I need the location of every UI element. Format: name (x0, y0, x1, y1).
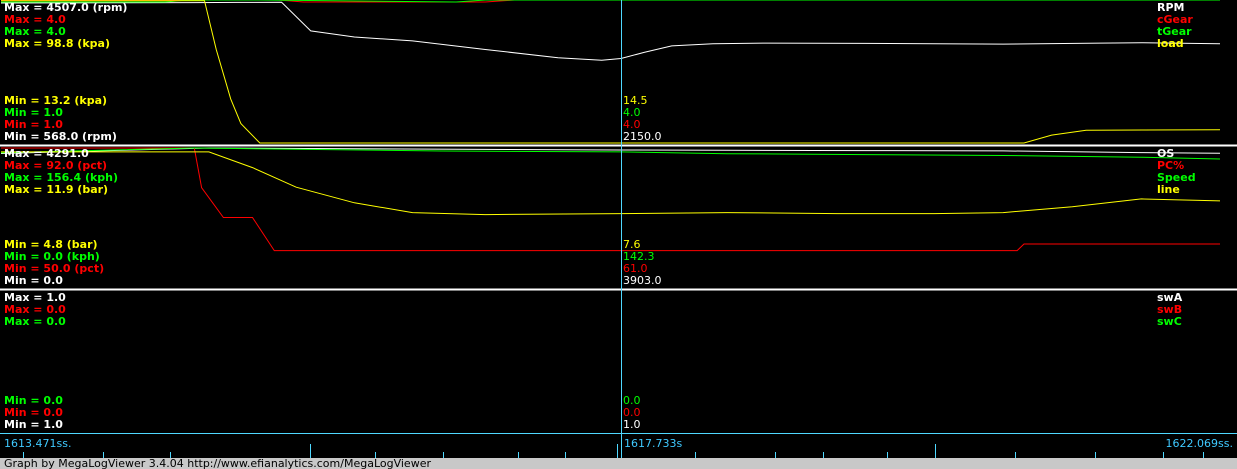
min-label: Min = 1.0 (4, 418, 63, 431)
max-label: Max = 98.8 (kpa) (4, 37, 110, 50)
time-start-label: 1613.471ss. (4, 437, 71, 450)
cursor-value: 3903.0 (623, 274, 662, 287)
legend-entry: line (1157, 183, 1180, 196)
background (0, 0, 1237, 469)
max-label: Max = 11.9 (bar) (4, 183, 108, 196)
cursor-value: 1.0 (623, 418, 641, 431)
log-graph[interactable]: Max = 4507.0 (rpm) RPMMax = 4.0 cGearMax =… (0, 0, 1237, 469)
min-label: Min = 0.0 (4, 274, 63, 287)
legend-entry: load (1157, 37, 1184, 50)
legend-entry: swC (1157, 315, 1182, 328)
time-cursor-label: 1617.733s (624, 437, 682, 450)
min-label: Min = 568.0 (rpm) (4, 130, 117, 143)
max-label: Max = 0.0 (4, 315, 66, 328)
cursor-value: 2150.0 (623, 130, 662, 143)
time-end-label: 1622.069ss. (1166, 437, 1233, 450)
footer-credit: Graph by MegaLogViewer 3.4.04 http://www… (4, 457, 431, 469)
